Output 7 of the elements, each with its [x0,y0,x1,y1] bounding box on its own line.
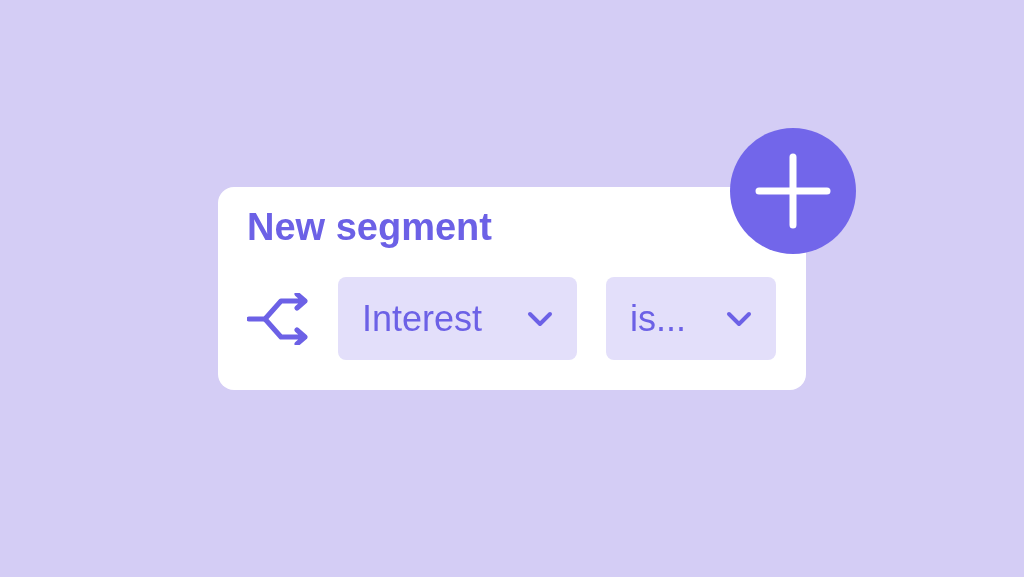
split-arrows-icon [247,292,309,345]
dropdown[interactable]: Interest [338,277,577,360]
card-title: New segment [247,205,493,250]
chevron-down-icon [527,310,553,327]
plus-icon [755,153,831,229]
dropdown[interactable]: is... [606,277,776,360]
chevron-down-icon [726,310,752,327]
